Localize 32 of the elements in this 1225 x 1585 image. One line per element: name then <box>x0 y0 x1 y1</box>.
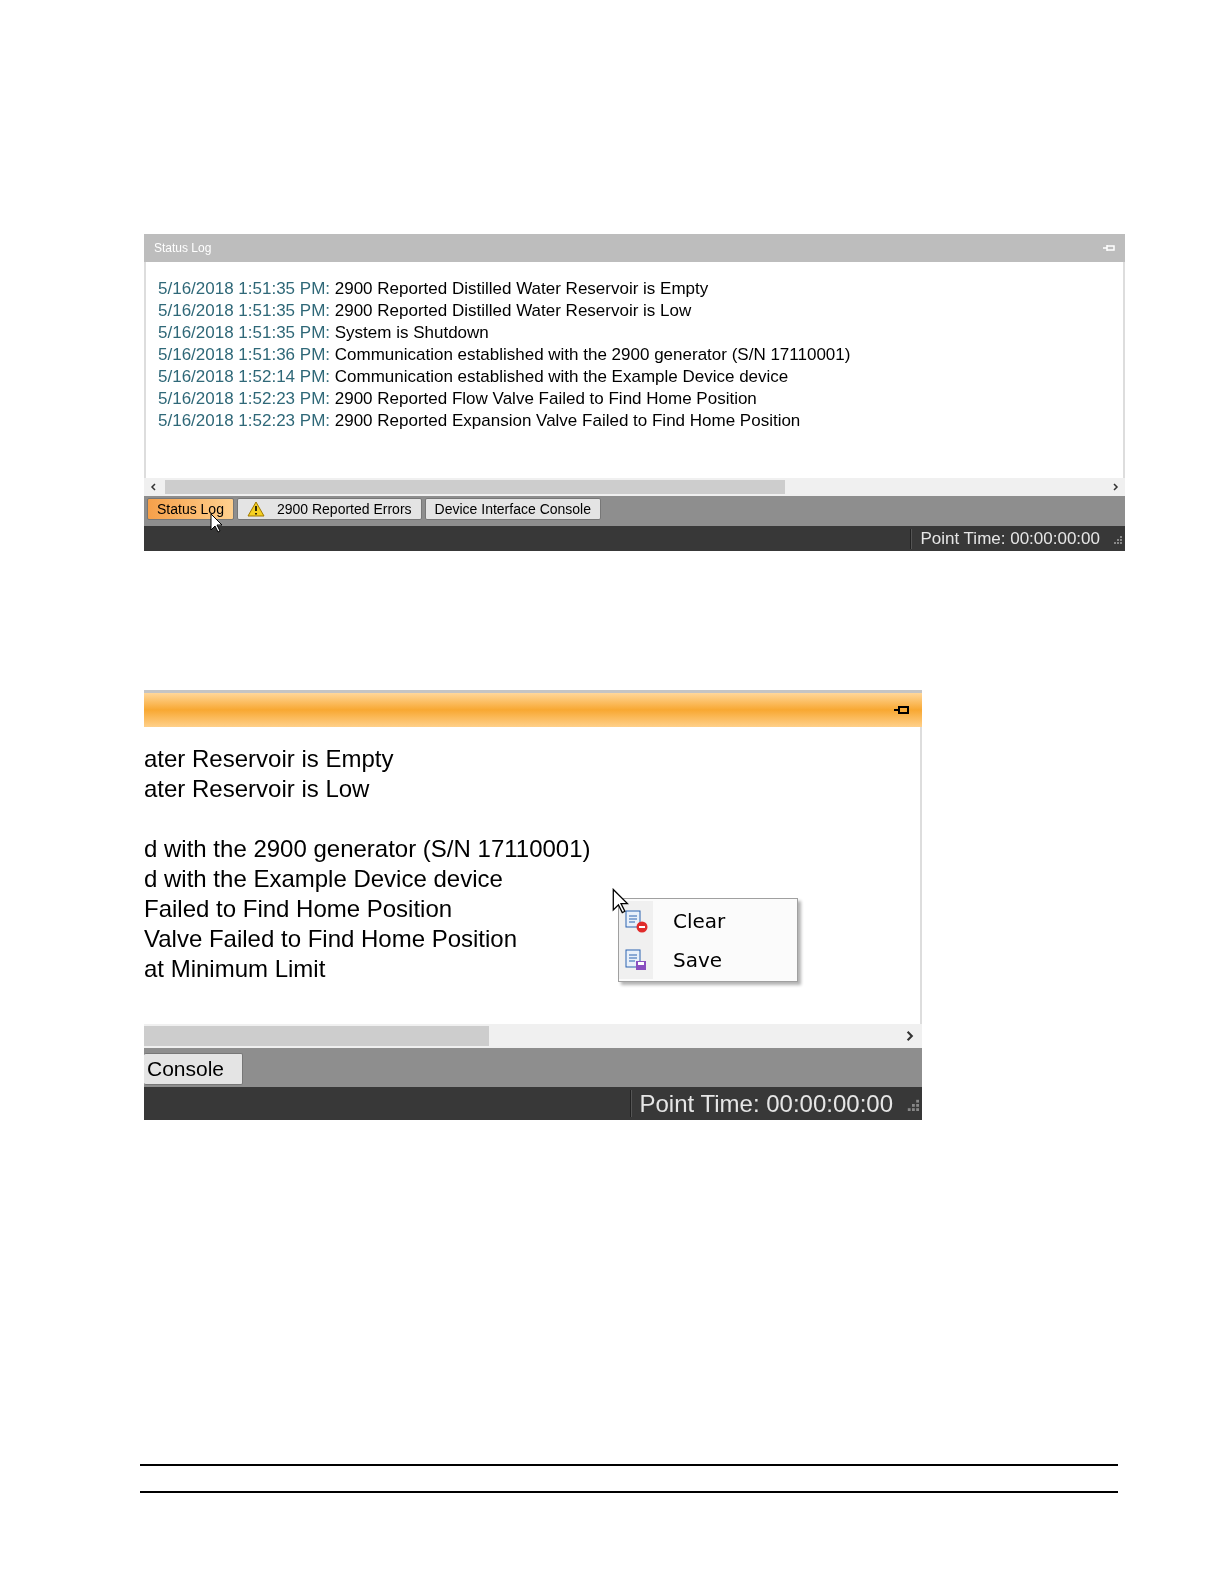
log-entry: 5/16/2018 1:51:35 PM: System is Shutdown <box>158 322 490 344</box>
tab[interactable]: Status Log <box>147 498 234 520</box>
menu-item[interactable]: Save <box>619 940 797 979</box>
point-time-label: Point Time: 00:00:00:00 <box>639 1089 893 1118</box>
log-entry: Failed to Find Home Position <box>144 894 453 924</box>
log-entry: at Minimum Limit <box>144 954 326 984</box>
tab[interactable]: Device Interface Console <box>424 498 601 520</box>
clear-list-icon <box>623 907 649 934</box>
tab[interactable]: 2900 Reported Errors <box>236 498 422 520</box>
menu-item[interactable]: Clear <box>619 901 797 940</box>
point-time-label: Point Time: 00:00:00:00 <box>920 528 1100 549</box>
resize-grip-icon[interactable] <box>1112 533 1122 544</box>
pin-icon[interactable] <box>894 705 910 715</box>
tab[interactable]: Console <box>144 1053 244 1085</box>
log-entry: d with the Example Device device <box>144 864 503 894</box>
log-entry: 5/16/2018 1:51:35 PM: 2900 Reported Distilled Water Reservoir is Empty <box>158 278 710 300</box>
scroll-right-icon[interactable] <box>1110 482 1120 492</box>
panel-title: Status Log <box>154 241 212 255</box>
log-entry: ater Reservoir is Low <box>144 774 370 804</box>
log-entry: 5/16/2018 1:51:36 PM: Communication established with the 2900 generator (S/N 17110001) <box>158 344 852 366</box>
save-list-icon <box>623 946 649 973</box>
log-entry: 5/16/2018 1:52:23 PM: 2900 Reported Flow Valve Failed to Find Home Position <box>158 388 758 410</box>
scrollbar-thumb[interactable] <box>165 479 785 495</box>
log-entry: ater Reservoir is Empty <box>144 744 394 774</box>
warning-icon <box>246 501 265 517</box>
log-entry: 5/16/2018 1:52:14 PM: Communication established with the Example Device device <box>158 366 790 388</box>
log-entry: 5/16/2018 1:52:23 PM: 2900 Reported Expansion Valve Failed to Find Home Position <box>158 410 802 432</box>
log-entry: Valve Failed to Find Home Position <box>144 924 518 954</box>
log-entry: 5/16/2018 1:51:35 PM: 2900 Reported Distilled Water Reservoir is Low <box>158 300 693 322</box>
scrollbar-thumb[interactable] <box>144 1026 489 1046</box>
log-entry: d with the 2900 generator (S/N 17110001) <box>144 834 591 864</box>
scroll-left-icon[interactable] <box>149 482 159 492</box>
